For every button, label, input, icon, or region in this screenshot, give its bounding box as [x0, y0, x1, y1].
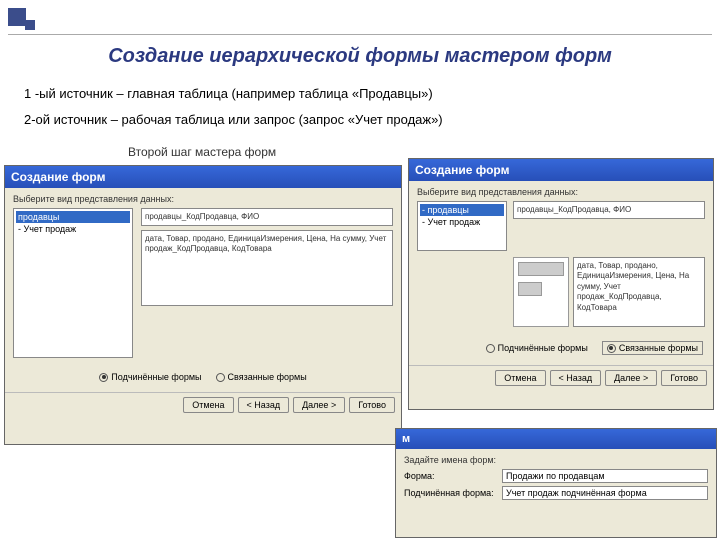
radio-linked[interactable]: Связанные формы	[602, 341, 703, 355]
subtitle-line-2: 2-ой источник – рабочая таблица или запр…	[24, 112, 443, 127]
done-button[interactable]: Готово	[349, 397, 395, 413]
subform-name-input[interactable]: Учет продаж подчинённая форма	[502, 486, 708, 500]
slide-title: Создание иерархической формы мастером фо…	[0, 45, 720, 68]
caption-step2: Второй шаг мастера форм	[128, 145, 276, 159]
form-name-input[interactable]: Продажи по продавцам	[502, 469, 708, 483]
list-item[interactable]: - Учет продаж	[420, 216, 504, 228]
master-fields-box: продавцы_КодПродавца, ФИО	[513, 201, 705, 219]
list-item[interactable]: - продавцы	[420, 204, 504, 216]
subtitle-line-1: 1 -ый источник – главная таблица (наприм…	[24, 86, 433, 101]
prompt-label: Выберите вид представления данных:	[13, 194, 393, 204]
back-button[interactable]: < Назад	[550, 370, 602, 386]
radio-label: Связанные формы	[619, 343, 698, 353]
source-listbox[interactable]: продавцы - Учет продаж	[13, 208, 133, 358]
header-divider	[8, 34, 712, 35]
form-preview	[513, 257, 569, 327]
form-name-label: Форма:	[404, 471, 496, 481]
done-button[interactable]: Готово	[661, 370, 707, 386]
prompt-label: Выберите вид представления данных:	[417, 187, 705, 197]
source-listbox[interactable]: - продавцы - Учет продаж	[417, 201, 507, 251]
dialog-create-forms-left: Создание форм Выберите вид представления…	[4, 165, 402, 445]
deco-square-small	[25, 20, 35, 30]
dialog-form-names: м Задайте имена форм: Форма: Продажи по …	[395, 428, 717, 538]
radio-subforms[interactable]: Подчинённые формы	[486, 341, 588, 355]
radio-subforms[interactable]: Подчинённые формы	[99, 372, 201, 382]
next-button[interactable]: Далее >	[293, 397, 345, 413]
dialog-titlebar: м	[396, 429, 716, 449]
radio-label: Подчинённые формы	[498, 343, 588, 353]
radio-label: Подчинённые формы	[111, 372, 201, 382]
subform-name-label: Подчинённая форма:	[404, 488, 496, 498]
detail-fields-box: дата, Товар, продано, ЕдиницаИзмерения, …	[573, 257, 705, 327]
dialog-titlebar: Создание форм	[409, 159, 713, 181]
prompt-label: Задайте имена форм:	[404, 455, 708, 465]
master-fields-box: продавцы_КодПродавца, ФИО	[141, 208, 393, 226]
list-item[interactable]: - Учет продаж	[16, 223, 130, 235]
dialog-create-forms-right: Создание форм Выберите вид представления…	[408, 158, 714, 410]
radio-label: Связанные формы	[228, 372, 307, 382]
cancel-button[interactable]: Отмена	[495, 370, 545, 386]
cancel-button[interactable]: Отмена	[183, 397, 233, 413]
deco-square-large	[8, 8, 26, 26]
dialog-titlebar: Создание форм	[5, 166, 401, 188]
next-button[interactable]: Далее >	[605, 370, 657, 386]
radio-linked[interactable]: Связанные формы	[216, 372, 307, 382]
list-item[interactable]: продавцы	[16, 211, 130, 223]
back-button[interactable]: < Назад	[238, 397, 290, 413]
detail-fields-box: дата, Товар, продано, ЕдиницаИзмерения, …	[141, 230, 393, 306]
